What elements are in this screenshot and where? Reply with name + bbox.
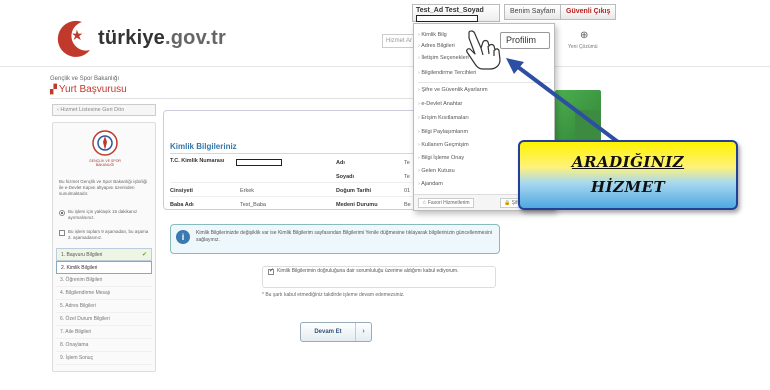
menu-item-address[interactable]: Adres Bilgileri (418, 43, 455, 49)
step-list: 1. Başvuru Bilgileri ✔ 2. Kimlik Bilgiler… (56, 248, 152, 365)
step-item: 8. Onaylama (56, 339, 152, 352)
logout-button[interactable]: Güvenli Çıkış (560, 4, 617, 20)
service-description: Bu hizmet Gençlik ve Spor Bakanlığı işbi… (59, 179, 148, 197)
page-title-text: Yurt Başvurusu (58, 84, 127, 95)
step-item: 7. Aile Bilgileri (56, 326, 152, 339)
menu-item-data-sharing[interactable]: Bilgi Paylaşımlarım (418, 129, 468, 135)
birthdate-value: 01 (404, 188, 411, 194)
user-name: Test_Ad Test_Soyad (416, 7, 484, 14)
favorites-button[interactable]: ☆ Favori Hizmetlerim (418, 198, 474, 208)
consent-checkbox[interactable] (268, 267, 274, 275)
menu-item-usage-history[interactable]: Kullanım Geçmişim (418, 142, 468, 148)
turkiye-gov-logo[interactable]: türkiye.gov.tr (52, 16, 226, 60)
check-icon: ✔ (141, 252, 147, 258)
ministry-name: Gençlik ve Spor Bakanlığı (50, 76, 120, 82)
building-icon: ▞ (50, 84, 57, 94)
stage-info: Bu işlem toplam 9 aşamadan, bu aşama 2. … (59, 229, 153, 241)
name-value: Te (404, 160, 410, 166)
back-to-services-link[interactable]: ‹ Hizmet Listesine Geri Dön (52, 104, 156, 116)
callout-line-2: HİZMET (590, 178, 666, 196)
step-label: 2. Kimlik Bilgileri (61, 265, 98, 271)
menu-item-edevlet-key[interactable]: e-Devlet Anahtar (418, 101, 462, 107)
stage-text: Bu işlem toplam 9 aşamadan, bu aşama 2. … (68, 229, 149, 240)
step-label: 1. Başvuru Bilgileri (61, 252, 103, 258)
chevron-right-icon: › (355, 323, 371, 341)
page-title: ▞ Yurt Başvurusu (50, 84, 127, 95)
surname-label: Soyadı (336, 174, 355, 180)
info-icon: i (176, 230, 190, 244)
step-label: 9. İşlem Sonuç (60, 355, 94, 361)
continue-label: Devam Et (314, 329, 342, 335)
gender-value: Erkek (240, 188, 255, 194)
back-link-label: Hizmet Listesine Geri Dön (60, 107, 125, 113)
step-item-active[interactable]: 2. Kimlik Bilgileri (56, 261, 152, 274)
step-label: 7. Aile Bilgileri (60, 329, 92, 335)
step-label: 4. Bilgilendirme Mesajı (60, 290, 111, 296)
info-alert-text: Kimlik Bilgilerinizde değişiklik var ise… (196, 230, 492, 243)
tc-redacted-value (236, 159, 282, 166)
lock-icon: 🔒 (504, 200, 512, 206)
name-label: Adı (336, 160, 345, 166)
menu-item-agenda[interactable]: Ajandam (418, 181, 443, 187)
continue-button[interactable]: Devam Et › (300, 322, 372, 342)
step-item: 6. Özel Durum Bilgileri (56, 313, 152, 326)
clock-icon (59, 210, 65, 216)
menu-item-password-security[interactable]: Şifre ve Güvenlik Ayarlarım (418, 87, 487, 93)
callout-box (518, 140, 738, 210)
birthdate-label: Doğum Tarihi (336, 188, 372, 194)
father-name-label: Baba Adı (170, 202, 194, 208)
step-label: 6. Özel Durum Bilgileri (60, 316, 110, 322)
tc-label: T.C. Kimlik Numarası (170, 158, 225, 164)
step-item: 5. Adres Bilgileri (56, 300, 152, 313)
favorites-label: Favori Hizmetlerim (427, 200, 470, 206)
my-account-button[interactable]: Benim Sayfam (504, 4, 562, 20)
globe-icon[interactable]: ⊕ (580, 30, 588, 41)
gender-label: Cinsiyeti (170, 188, 193, 194)
consent-text: Kimlik Bilgilerimin doğruluğuna dair sor… (277, 268, 459, 274)
menu-item-data-processing-consent[interactable]: Bilgi İşleme Onay (418, 155, 464, 161)
consent-note: * Bu şartı kabul etmediğiniz takdirde iş… (262, 292, 405, 298)
step-label: 8. Onaylama (60, 342, 89, 348)
step-item: 9. İşlem Sonuç (56, 352, 152, 365)
logo-tld: .gov.tr (165, 26, 227, 49)
header-divider (0, 66, 770, 67)
marital-status-value: Be (404, 202, 411, 208)
surname-value: Te (404, 174, 410, 180)
duration-info: Bu işlem için yaklaşık 15 dakikanız ayır… (59, 209, 153, 221)
profile-tab[interactable]: Profilim (500, 32, 550, 49)
menu-item-inbox[interactable]: Gelen Kutusu (418, 168, 454, 174)
redacted-id (416, 15, 478, 22)
hand-pointer-icon (466, 30, 501, 70)
step-item: 4. Bilgilendirme Mesajı (56, 287, 152, 300)
menu-item-identity[interactable]: Kimlik Bilg (418, 32, 446, 38)
step-label: 3. Öğrenim Bilgileri (60, 277, 103, 283)
step-item: 3. Öğrenim Bilgileri (56, 274, 152, 287)
emblem-caption: GENÇLİK VE SPOR BAKANLIĞI (89, 159, 121, 167)
step-label: 5. Adres Bilgileri (60, 303, 96, 309)
marital-status-label: Medeni Durumu (336, 202, 378, 208)
step-item[interactable]: 1. Başvuru Bilgileri ✔ (56, 248, 152, 261)
duration-text: Bu işlem için yaklaşık 15 dakikanız ayır… (68, 209, 138, 220)
logo-wordmark: türkiye (98, 26, 165, 49)
crescent-logo-icon (57, 20, 90, 57)
annotation-arrow (506, 58, 620, 144)
stages-icon (59, 230, 65, 236)
callout-line-1: ARADIĞINIZ (571, 153, 685, 171)
section-title: Kimlik Bilgileriniz (170, 142, 237, 151)
ministry-emblem-icon (92, 130, 118, 156)
user-menu-button[interactable]: Test_Ad Test_Soyad (412, 4, 500, 22)
menu-item-access-restrictions[interactable]: Erişim Kısıtlamaları (418, 115, 468, 121)
father-name-value: Test_Baba (240, 202, 266, 208)
